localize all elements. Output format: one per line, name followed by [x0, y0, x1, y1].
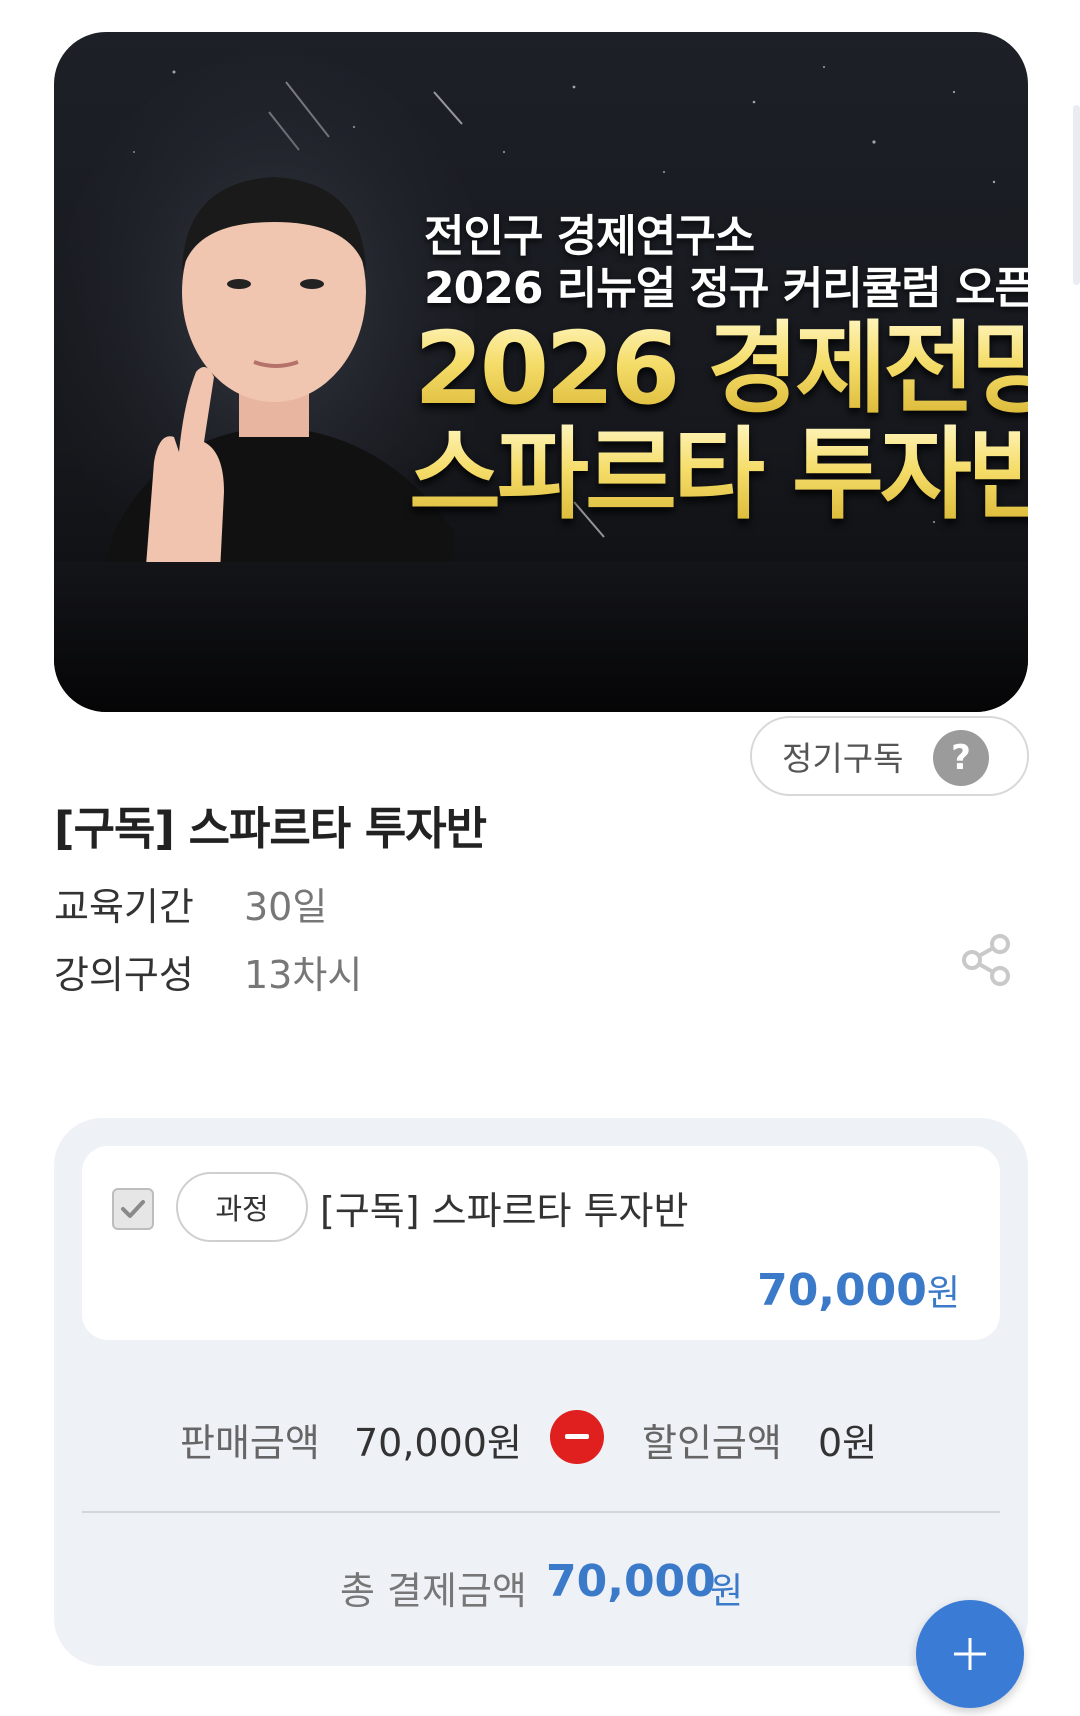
- course-title: [구독] 스파르타 투자반: [54, 802, 487, 855]
- lectures-value: 13차시: [244, 953, 363, 997]
- price-breakdown: 판매금액 70,000원 할인금액 0원: [54, 1406, 1028, 1466]
- hero-shadow: [54, 562, 1028, 712]
- plus-icon: [954, 1638, 986, 1670]
- info-row-lectures: 강의구성 13차시: [54, 944, 362, 999]
- discount-label: 할인금액: [642, 1421, 782, 1465]
- minus-icon: [550, 1410, 604, 1464]
- hero-banner: 전인구 경제연구소 2026 리뉴얼 정규 커리큘럼 오픈 2026 경제전망 …: [54, 32, 1028, 712]
- course-item-card: 과정 [구독] 스파르타 투자반 70,000원: [82, 1146, 1000, 1340]
- period-label: 교육기간: [54, 885, 194, 929]
- lectures-label: 강의구성: [54, 953, 194, 997]
- item-price-currency: 원: [926, 1273, 960, 1314]
- check-icon: [121, 1200, 145, 1218]
- purchase-summary: 과정 [구독] 스파르타 투자반 70,000원 판매금액 70,000원 할인…: [54, 1118, 1028, 1666]
- hero-line2: 2026 리뉴얼 정규 커리큘럼 오픈: [424, 263, 1028, 314]
- total-label: 총 결제금액: [340, 1569, 527, 1613]
- course-type-tag: 과정: [176, 1172, 308, 1242]
- sale-value: 70,000원: [354, 1421, 522, 1465]
- share-icon[interactable]: [958, 932, 1014, 988]
- hero-headline1: 2026 경제전망: [414, 314, 1028, 424]
- total-currency: 원: [710, 1571, 744, 1612]
- hero-headline2: 스파르타 투자반: [409, 420, 1028, 530]
- period-value: 30일: [244, 885, 328, 929]
- product-page: 전인구 경제연구소 2026 리뉴얼 정규 커리큘럼 오픈 2026 경제전망 …: [0, 0, 1080, 1716]
- total-row: 총 결제금액 70,000 원: [54, 1556, 1028, 1616]
- discount-value: 0원: [818, 1421, 878, 1465]
- item-price-value: 70,000: [757, 1265, 927, 1316]
- scrollbar[interactable]: [1073, 105, 1080, 285]
- add-button[interactable]: [916, 1600, 1024, 1708]
- item-price: 70,000원: [757, 1264, 960, 1316]
- info-row-period: 교육기간 30일: [54, 876, 327, 931]
- help-icon[interactable]: ?: [933, 730, 989, 786]
- total-value: 70,000: [546, 1556, 716, 1607]
- divider: [82, 1511, 1000, 1513]
- subscription-label: 정기구독: [782, 739, 904, 778]
- item-checkbox[interactable]: [112, 1188, 154, 1230]
- subscription-badge[interactable]: 정기구독 ?: [750, 716, 1029, 796]
- sale-label: 판매금액: [180, 1421, 320, 1465]
- item-name: [구독] 스파르타 투자반: [320, 1189, 689, 1233]
